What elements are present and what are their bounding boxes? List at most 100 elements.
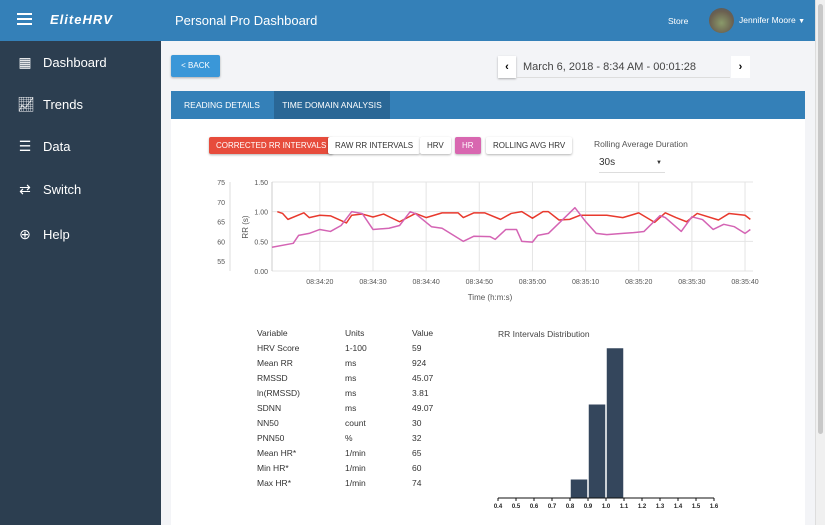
scrollbar[interactable] bbox=[815, 0, 825, 525]
stats-cell: 59 bbox=[412, 343, 422, 353]
histogram-bar bbox=[606, 347, 624, 499]
chart-line-icon: 📈︎ bbox=[17, 95, 35, 112]
x-tick-label: 1.1 bbox=[620, 504, 629, 510]
y2-tick-label: 75 bbox=[217, 180, 225, 187]
stats-cell: ms bbox=[345, 373, 357, 383]
sidebar-item-label: Switch bbox=[43, 181, 82, 197]
histogram-bar bbox=[588, 404, 606, 499]
sidebar-item-switch[interactable]: ⇄ Switch bbox=[0, 174, 161, 204]
logo[interactable]: EliteHRV bbox=[50, 12, 113, 27]
stats-cell: Max HR* bbox=[257, 478, 292, 488]
tab-time-domain-analysis[interactable]: TIME DOMAIN ANALYSIS bbox=[274, 91, 390, 119]
sidebar-item-data[interactable]: ☰ Data bbox=[0, 131, 161, 161]
stats-cell: 1/min bbox=[345, 463, 366, 473]
stats-cell: 1/min bbox=[345, 448, 366, 458]
sidebar-item-help[interactable]: ⊕ Help bbox=[0, 219, 161, 249]
menu-icon[interactable] bbox=[17, 13, 32, 25]
x-tick-label: 1.4 bbox=[674, 504, 683, 510]
page-title: Personal Pro Dashboard bbox=[175, 13, 318, 28]
sidebar-item-trends[interactable]: 📈︎ Trends bbox=[0, 89, 161, 119]
stats-cell: ms bbox=[345, 403, 357, 413]
stats-cell: SDNN bbox=[257, 403, 282, 413]
stats-cell: 1-100 bbox=[345, 343, 367, 353]
y-tick-label: 0.50 bbox=[254, 239, 268, 246]
x-tick-label: 08:34:50 bbox=[466, 279, 493, 286]
stats-cell: 30 bbox=[412, 418, 422, 428]
stats-cell: Mean HR* bbox=[257, 448, 297, 458]
prev-reading-button[interactable]: ‹ bbox=[498, 56, 516, 78]
stats-header-cell: Variable bbox=[257, 328, 288, 338]
stats-cell: 74 bbox=[412, 478, 422, 488]
scrollbar-thumb[interactable] bbox=[818, 4, 823, 434]
rr-hr-line-chart: 0.00 0.50 1.00 1.50 55 60 65 70 75 08:34:20 08:34:… bbox=[217, 180, 759, 302]
y-tick-label: 1.50 bbox=[254, 180, 268, 187]
histogram-title: RR Intervals Distribution bbox=[498, 329, 590, 339]
stats-cell: ms bbox=[345, 358, 357, 368]
x-tick-label: 08:35:10 bbox=[572, 279, 599, 286]
x-tick-label: 0.7 bbox=[548, 504, 557, 510]
y2-tick-label: 55 bbox=[217, 259, 225, 266]
user-name: Jennifer Moore bbox=[739, 15, 796, 25]
tab-reading-details[interactable]: READING DETAILS bbox=[171, 91, 273, 119]
stats-cell: ln(RMSSD) bbox=[257, 388, 300, 398]
x-tick-label: 0.6 bbox=[530, 504, 539, 510]
life-ring-icon: ⊕ bbox=[19, 225, 31, 242]
histogram-bar bbox=[570, 479, 588, 499]
store-link[interactable]: Store bbox=[668, 16, 688, 26]
avatar[interactable] bbox=[709, 8, 734, 33]
y2-tick-label: 60 bbox=[217, 239, 225, 246]
toggle-hr[interactable]: HR bbox=[455, 137, 481, 154]
sidebar-item-label: Help bbox=[43, 226, 70, 242]
rolling-average-value: 30s bbox=[599, 157, 616, 168]
caret-down-icon: ▼ bbox=[656, 160, 662, 166]
stats-header-cell: Units bbox=[345, 328, 365, 338]
rolling-average-select[interactable]: 30s ▼ bbox=[599, 153, 665, 173]
y2-tick-label: 70 bbox=[217, 200, 225, 207]
toggle-corrected-rr[interactable]: CORRECTED RR INTERVALS bbox=[209, 137, 334, 154]
stats-cell: % bbox=[345, 433, 353, 443]
top-header: EliteHRV Personal Pro Dashboard Store Je… bbox=[0, 0, 815, 41]
stats-cell: 3.81 bbox=[412, 388, 429, 398]
y2-tick-label: 65 bbox=[217, 220, 225, 227]
x-tick-label: 0.4 bbox=[494, 504, 503, 510]
x-tick-label: 08:34:40 bbox=[413, 279, 440, 286]
x-tick-label: 08:34:30 bbox=[359, 279, 386, 286]
stats-cell: 1/min bbox=[345, 478, 366, 488]
x-tick-label: 08:34:20 bbox=[306, 279, 333, 286]
sidebar-item-label: Trends bbox=[43, 96, 83, 112]
x-tick-label: 1.5 bbox=[692, 504, 701, 510]
x-tick-label: 1.6 bbox=[710, 504, 719, 510]
stats-cell: PNN50 bbox=[257, 433, 285, 443]
toggle-rolling-avg-hrv[interactable]: ROLLING AVG HRV bbox=[486, 137, 573, 154]
sidebar-item-dashboard[interactable]: ▦ Dashboard bbox=[0, 47, 161, 77]
x-tick-label: 08:35:20 bbox=[625, 279, 652, 286]
toggle-hrv[interactable]: HRV bbox=[420, 137, 451, 154]
x-tick-label: 08:35:40 bbox=[731, 279, 758, 286]
y-axis-title: RR (s) bbox=[241, 215, 250, 238]
stats-cell: 45.07 bbox=[412, 373, 434, 383]
server-icon: ☰ bbox=[18, 137, 32, 154]
stats-cell: 65 bbox=[412, 448, 422, 458]
x-tick-label: 0.5 bbox=[512, 504, 521, 510]
users-switch-icon: ⇄ bbox=[19, 180, 31, 197]
back-button[interactable]: < BACK bbox=[171, 55, 220, 77]
stats-cell: RMSSD bbox=[257, 373, 288, 383]
stats-cell: 32 bbox=[412, 433, 422, 443]
x-axis-title: Time (h:m:s) bbox=[468, 293, 513, 302]
stats-cell: 924 bbox=[412, 358, 427, 368]
stats-header-cell: Value bbox=[412, 328, 434, 338]
stats-cell: count bbox=[345, 418, 366, 428]
user-menu[interactable]: Jennifer Moore ▼ bbox=[739, 15, 805, 25]
stats-cell: Mean RR bbox=[257, 358, 293, 368]
rr-distribution-histogram: 0.4 0.5 0.6 0.7 0.8 0.9 1.0 1.1 1.2 1.3 1.4 1.5 1.6 bbox=[494, 347, 719, 510]
y-tick-label: 1.00 bbox=[254, 210, 268, 217]
x-tick-label: 1.2 bbox=[638, 504, 647, 510]
x-tick-label: 08:35:00 bbox=[519, 279, 546, 286]
stats-cell: NN50 bbox=[257, 418, 279, 428]
sidebar-item-label: Dashboard bbox=[43, 54, 107, 70]
x-tick-label: 1.0 bbox=[602, 504, 611, 510]
y-tick-label: 0.00 bbox=[254, 269, 268, 276]
next-reading-button[interactable]: › bbox=[731, 56, 750, 78]
toggle-raw-rr[interactable]: RAW RR INTERVALS bbox=[328, 137, 421, 154]
x-tick-label: 1.3 bbox=[656, 504, 665, 510]
